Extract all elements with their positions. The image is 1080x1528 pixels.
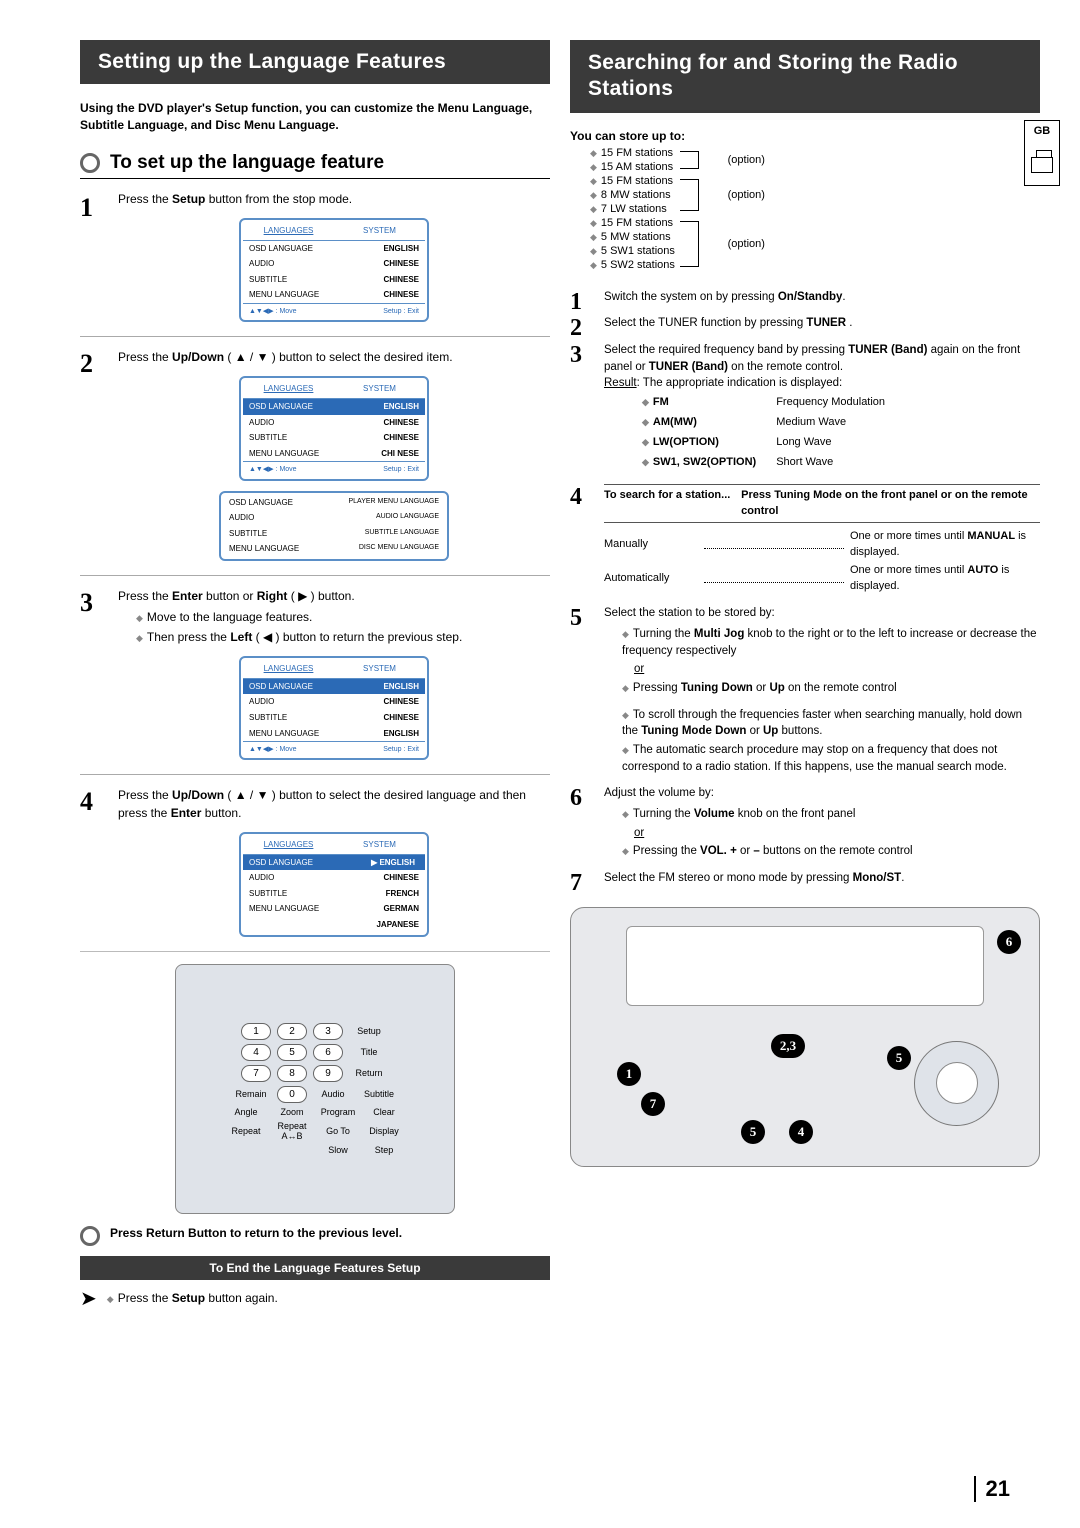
callout-4: 4 (789, 1120, 813, 1144)
remote-key-4: 4 (241, 1044, 271, 1061)
remote-key-0: 0 (277, 1086, 307, 1103)
rstep-3: Select the required frequency band by pr… (570, 342, 1040, 474)
remote-key-7: 7 (241, 1065, 271, 1082)
option-label: (option) (728, 189, 765, 201)
callout-1: 1 (617, 1062, 641, 1086)
station-line: 15 AM stations (570, 161, 675, 173)
press-col-head: Press Tuning Mode on the front panel or … (741, 488, 1040, 520)
rstep-5: Select the station to be stored by: Turn… (570, 605, 1040, 775)
rstep-1: Switch the system on by pressing On/Stan… (570, 289, 1040, 306)
bullet-icon (80, 1226, 100, 1246)
remote-key-5: 5 (277, 1044, 307, 1061)
remote-label-repeat: Repeat (226, 1126, 266, 1136)
station-line: 7 LW stations (570, 203, 675, 215)
station-line: 5 SW1 stations (570, 245, 675, 257)
remote-label-goto: Go To (318, 1126, 358, 1136)
osd-menu-2a: LANGUAGES SYSTEM OSD LANGUAGEENGLISH AUD… (239, 376, 429, 480)
osd-menu-3: LANGUAGES SYSTEM OSD LANGUAGEENGLISH AUD… (239, 656, 429, 760)
step-4: Press the Up/Down ( ▲ / ▼ ) button to se… (80, 774, 550, 936)
device-lcd (626, 926, 984, 1006)
left-column: Setting up the Language Features Using t… (80, 40, 550, 1311)
remote-label-clear: Clear (364, 1107, 404, 1117)
menu-tab-system: SYSTEM (334, 222, 425, 241)
rstep-4: To search for a station... Press Tuning … (570, 484, 1040, 596)
section-heading-radio: Searching for and Storing the Radio Stat… (570, 40, 1040, 113)
return-note-text: Press Return Button to return to the pre… (110, 1226, 402, 1240)
radio-icon (1031, 157, 1053, 173)
store-heading: You can store up to: (570, 129, 1040, 143)
station-line: 15 FM stations (570, 217, 675, 229)
intro-text: Using the DVD player's Setup function, y… (80, 100, 550, 134)
right-column: Searching for and Storing the Radio Stat… (570, 40, 1040, 1311)
end-setup-note: ➤ Press the Setup button again. (80, 1286, 550, 1311)
section-heading-language: Setting up the Language Features (80, 40, 550, 84)
arrow-icon: ➤ (80, 1286, 97, 1311)
remote-key-6: 6 (313, 1044, 343, 1061)
step-2: Press the Up/Down ( ▲ / ▼ ) button to se… (80, 336, 550, 561)
osd-menu-1: LANGUAGES SYSTEM OSD LANGUAGEENGLISH AUD… (239, 218, 429, 322)
search-col-head: To search for a station... (604, 488, 741, 520)
language-steps: Press the Setup button from the stop mod… (80, 191, 550, 937)
osd-menu-2b: OSD LANGUAGEPLAYER MENU LANGUAGE AUDIOAU… (219, 491, 449, 561)
remote-key-1: 1 (241, 1023, 271, 1040)
remote-label-audio: Audio (313, 1089, 353, 1099)
callout-5b: 5 (887, 1046, 911, 1070)
remote-label-program: Program (318, 1107, 358, 1117)
menu-tab-languages: LANGUAGES (243, 222, 334, 241)
radio-steps: Switch the system on by pressing On/Stan… (570, 289, 1040, 887)
remote-key-9: 9 (313, 1065, 343, 1082)
remote-label-repeat-ab: Repeat A↔B (272, 1121, 312, 1141)
station-line: 8 MW stations (570, 189, 675, 201)
region-code: GB (1034, 125, 1051, 137)
rstep-7: Select the FM stereo or mono mode by pre… (570, 870, 1040, 887)
subsection-heading: To set up the language feature (80, 152, 550, 179)
band-table: FMFrequency Modulation AM(MW)Medium Wave… (640, 392, 905, 474)
multi-jog-icon (914, 1041, 999, 1126)
station-line: 5 MW stations (570, 231, 675, 243)
station-line: 15 FM stations (570, 147, 675, 159)
callout-2-3: 2,3 (771, 1034, 805, 1058)
option-label: (option) (728, 154, 765, 166)
remote-label-setup: Setup (349, 1026, 389, 1036)
rstep-2: Select the TUNER function by pressing TU… (570, 315, 1040, 332)
remote-key-8: 8 (277, 1065, 307, 1082)
osd-menu-4: LANGUAGES SYSTEM OSD LANGUAGE▶ ENGLISH A… (239, 832, 429, 937)
region-badge: GB (1024, 120, 1060, 186)
remote-key-3: 3 (313, 1023, 343, 1040)
remote-label-display: Display (364, 1126, 404, 1136)
return-note: Press Return Button to return to the pre… (80, 1226, 550, 1246)
station-line: 5 SW2 stations (570, 259, 675, 271)
step-1: Press the Setup button from the stop mod… (80, 191, 550, 323)
station-line: 15 FM stations (570, 175, 675, 187)
remote-illustration: 1 2 3 Setup 4 5 6 Title 7 8 9 Return Rem… (175, 964, 455, 1214)
remote-label-remain: Remain (231, 1089, 271, 1099)
page-number: 21 (974, 1476, 1010, 1502)
remote-label-title: Title (349, 1047, 389, 1057)
callout-7: 7 (641, 1092, 665, 1116)
end-band: To End the Language Features Setup (80, 1256, 550, 1280)
subsection-title: To set up the language feature (110, 152, 384, 174)
callout-6: 6 (997, 930, 1021, 954)
remote-label-slow: Slow (318, 1145, 358, 1155)
option-label: (option) (728, 238, 765, 250)
remote-label-angle: Angle (226, 1107, 266, 1117)
remote-label-step: Step (364, 1145, 404, 1155)
remote-label-subtitle: Subtitle (359, 1089, 399, 1099)
step-3: Press the Enter button or Right ( ▶ ) bu… (80, 575, 550, 760)
bullet-icon (80, 153, 100, 173)
remote-label-return: Return (349, 1068, 389, 1078)
remote-label-zoom: Zoom (272, 1107, 312, 1117)
callout-5a: 5 (741, 1120, 765, 1144)
device-illustration: 1 2,3 4 5 5 6 7 (570, 907, 1040, 1167)
rstep-6: Adjust the volume by: Turning the Volume… (570, 785, 1040, 860)
remote-key-2: 2 (277, 1023, 307, 1040)
